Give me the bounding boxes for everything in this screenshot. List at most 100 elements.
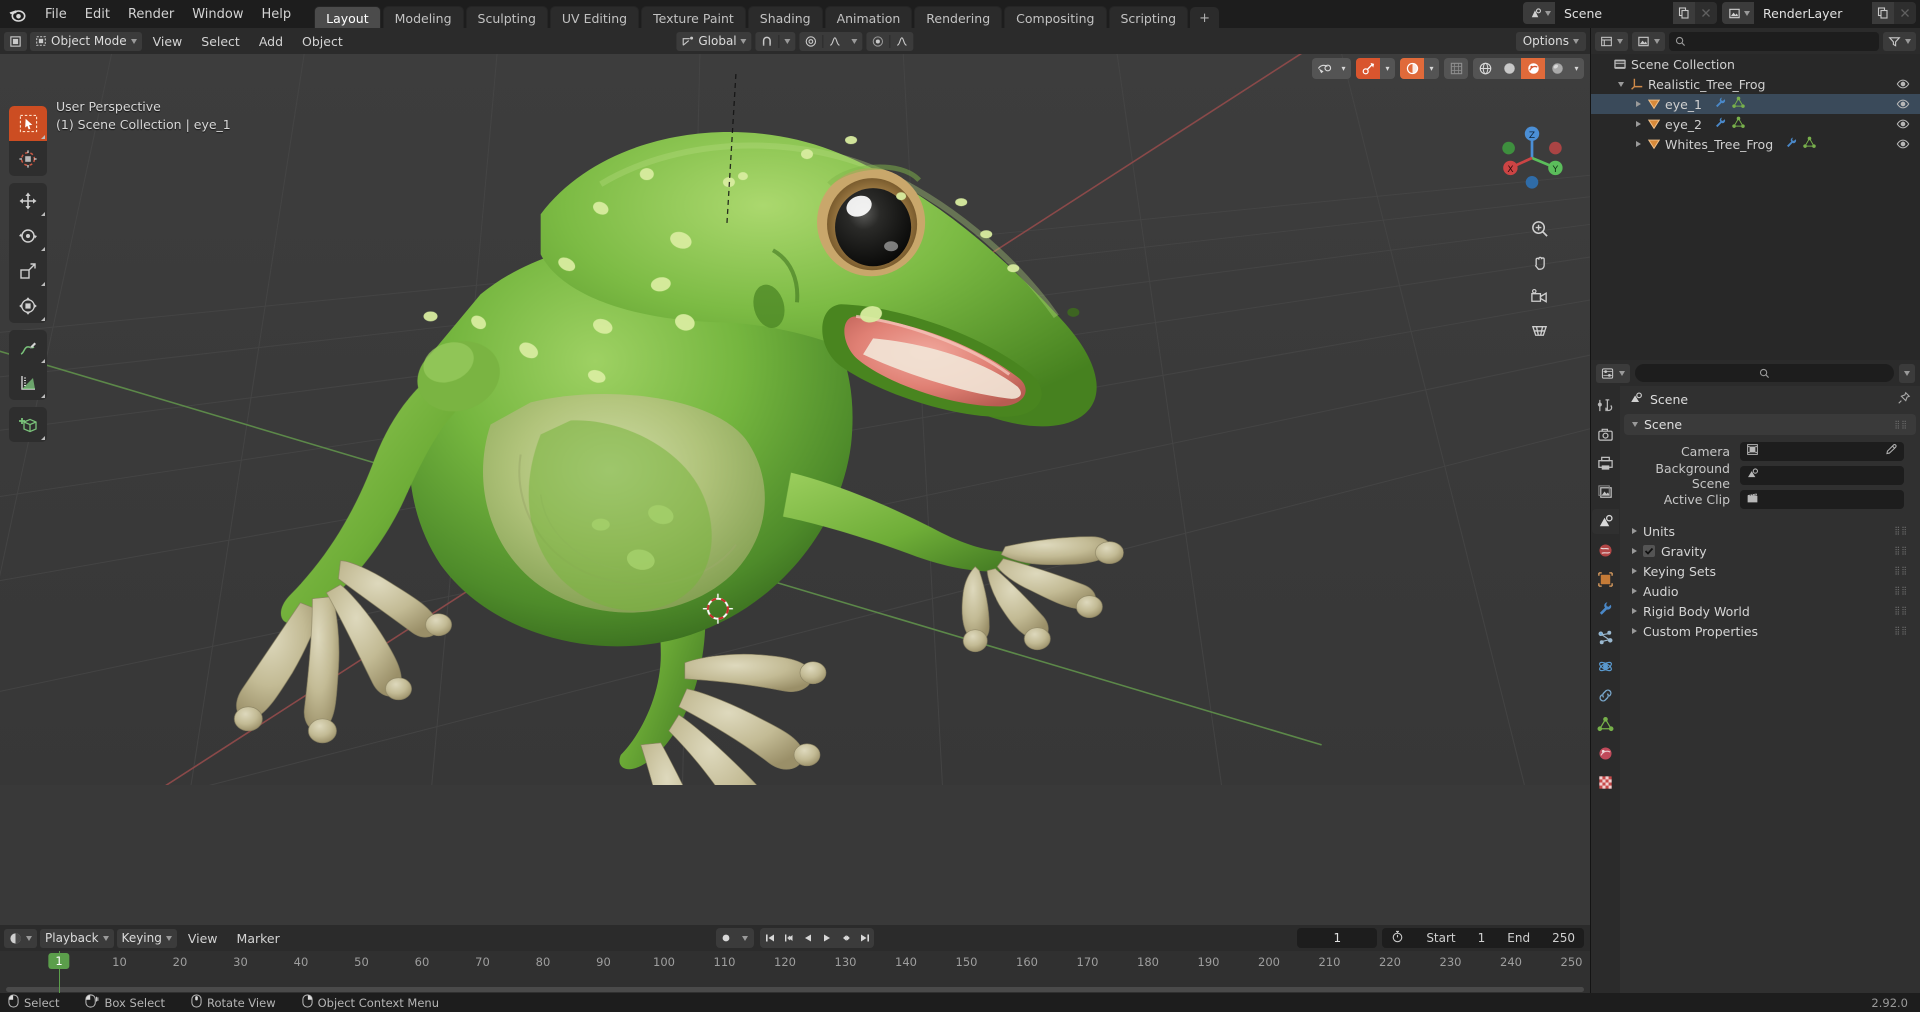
smooth-falloff-icon[interactable] xyxy=(891,32,914,51)
viewport-menu-add[interactable]: Add xyxy=(251,32,291,51)
tweak-select-tool[interactable] xyxy=(9,106,47,141)
outliner-row-realistic-tree-frog[interactable]: Realistic_Tree_Frog xyxy=(1591,74,1920,94)
scene-panel-header[interactable]: Scene ⣿⣿ xyxy=(1624,414,1916,435)
3d-viewport[interactable]: User Perspective (1) Scene Collection | … xyxy=(0,54,1590,925)
proportional-edit-icon[interactable] xyxy=(800,32,823,51)
viewport-menu-object[interactable]: Object xyxy=(294,32,351,51)
pin-icon[interactable] xyxy=(1897,391,1911,408)
pan-icon[interactable] xyxy=(1527,250,1552,275)
scene-name[interactable]: Scene xyxy=(1555,2,1673,24)
viewport-menu-select[interactable]: Select xyxy=(193,32,248,51)
object-tab[interactable] xyxy=(1592,567,1619,592)
viewport-options-button[interactable]: Options xyxy=(1515,31,1586,51)
modifier-icon[interactable] xyxy=(1785,136,1798,152)
show-overlays-toggle[interactable] xyxy=(1356,58,1380,79)
mesh-data-icon[interactable] xyxy=(1803,136,1816,152)
cursor-tool[interactable] xyxy=(9,141,47,176)
properties-editor-type-selector[interactable] xyxy=(1596,363,1630,383)
timeline-editor-type-selector[interactable] xyxy=(4,928,37,948)
view-layer-tab[interactable] xyxy=(1592,480,1619,505)
view-layer-selector[interactable]: RenderLayer xyxy=(1722,2,1916,24)
menu-file[interactable]: File xyxy=(36,4,76,25)
tool-tab[interactable] xyxy=(1592,393,1619,418)
transform-tool[interactable] xyxy=(9,288,47,323)
outliner-row-whites-tree-frog[interactable]: Whites_Tree_Frog xyxy=(1591,134,1920,154)
property-value-field[interactable] xyxy=(1740,466,1904,485)
toggle-xray-button[interactable] xyxy=(1444,58,1468,79)
next-keyframe-icon[interactable] xyxy=(836,928,855,948)
timeline-keying-menu[interactable]: Keying xyxy=(116,928,177,948)
remove-view-layer-button[interactable] xyxy=(1894,2,1916,24)
jump-end-icon[interactable] xyxy=(855,928,874,948)
timeline-scroll-thumb[interactable] xyxy=(6,987,1584,992)
toggle-ortho-icon[interactable] xyxy=(1527,318,1552,343)
render-tab[interactable] xyxy=(1592,422,1619,447)
menu-help[interactable]: Help xyxy=(253,4,301,25)
scene-selector[interactable]: Scene xyxy=(1523,2,1717,24)
outliner-editor-type-selector[interactable] xyxy=(1595,31,1628,51)
outliner-search-input[interactable] xyxy=(1669,31,1879,51)
visibility-eye-icon[interactable] xyxy=(1896,134,1910,154)
end-frame-value[interactable]: 250 xyxy=(1552,931,1575,945)
snap-options-dropdown[interactable] xyxy=(780,32,796,51)
output-tab[interactable] xyxy=(1592,451,1619,476)
auto-keying-icon[interactable] xyxy=(716,928,735,948)
play-icon[interactable] xyxy=(817,928,836,948)
proportional-dot-icon[interactable] xyxy=(867,32,890,51)
xray-toggle[interactable] xyxy=(1400,58,1424,79)
xray-dropdown[interactable]: ▾ xyxy=(1424,58,1439,79)
particles-tab[interactable] xyxy=(1592,625,1619,650)
properties-section-keying-sets[interactable]: Keying Sets ⣿⣿ xyxy=(1624,561,1916,581)
new-scene-button[interactable] xyxy=(1673,2,1695,24)
shading-solid[interactable] xyxy=(1497,58,1521,79)
menu-render[interactable]: Render xyxy=(119,4,183,25)
jump-start-icon[interactable] xyxy=(760,928,779,948)
viewport-menu-view[interactable]: View xyxy=(145,32,191,51)
timeline-playback-menu[interactable]: Playback xyxy=(40,928,114,948)
texture-tab[interactable] xyxy=(1592,770,1619,795)
physics-tab[interactable] xyxy=(1592,654,1619,679)
scale-tool[interactable] xyxy=(9,253,47,288)
measure-tool[interactable] xyxy=(9,365,47,400)
overlays-dropdown[interactable]: ▾ xyxy=(1380,58,1395,79)
auto-keying-dropdown[interactable] xyxy=(735,928,754,948)
modifier-tab[interactable] xyxy=(1592,596,1619,621)
menu-window[interactable]: Window xyxy=(183,4,252,25)
disclosure-closed-icon[interactable] xyxy=(1631,101,1645,107)
modifier-icon[interactable] xyxy=(1714,116,1727,132)
start-frame-value[interactable]: 1 xyxy=(1478,931,1486,945)
properties-options-dropdown[interactable] xyxy=(1899,363,1915,383)
world-tab[interactable] xyxy=(1592,538,1619,563)
disclosure-closed-icon[interactable] xyxy=(1631,141,1645,147)
outliner-row-eye-1[interactable]: eye_1 xyxy=(1591,94,1920,114)
rotate-tool[interactable] xyxy=(9,218,47,253)
data-tab[interactable] xyxy=(1592,712,1619,737)
shading-rendered[interactable] xyxy=(1545,58,1569,79)
section-checkbox[interactable] xyxy=(1643,545,1655,557)
shading-material[interactable] xyxy=(1521,58,1545,79)
blender-logo-icon[interactable] xyxy=(6,3,28,25)
eyedropper-icon[interactable] xyxy=(1885,443,1898,460)
new-view-layer-button[interactable] xyxy=(1872,2,1894,24)
properties-section-custom-properties[interactable]: Custom Properties ⣿⣿ xyxy=(1624,621,1916,641)
view-layer-icon[interactable] xyxy=(1722,2,1754,24)
falloff-type-icon[interactable] xyxy=(824,32,847,51)
visibility-eye-icon[interactable] xyxy=(1896,94,1910,114)
gizmo-dropdown[interactable]: ▾ xyxy=(1336,58,1351,79)
current-frame-field[interactable]: 1 xyxy=(1297,928,1378,948)
timeline-scrollbar[interactable] xyxy=(0,985,1590,993)
navigation-gizmo[interactable]: Z Y X xyxy=(1496,122,1568,194)
constraint-tab[interactable] xyxy=(1592,683,1619,708)
falloff-dropdown[interactable] xyxy=(847,32,863,51)
object-mode-selector[interactable]: Object Mode xyxy=(30,31,142,51)
outliner-tree[interactable]: Scene Collection Realistic_Tree_Frog eye_1… xyxy=(1591,54,1920,360)
annotate-tool[interactable] xyxy=(9,330,47,365)
show-gizmo-toggle[interactable] xyxy=(1312,58,1336,79)
properties-search-input[interactable] xyxy=(1635,364,1894,382)
property-value-field[interactable] xyxy=(1740,442,1904,461)
outliner-display-mode-selector[interactable] xyxy=(1632,31,1665,51)
property-value-field[interactable] xyxy=(1740,490,1904,509)
prev-keyframe-icon[interactable] xyxy=(779,928,798,948)
outliner-row-scene-collection[interactable]: Scene Collection xyxy=(1591,54,1920,74)
properties-section-gravity[interactable]: Gravity ⣿⣿ xyxy=(1624,541,1916,561)
